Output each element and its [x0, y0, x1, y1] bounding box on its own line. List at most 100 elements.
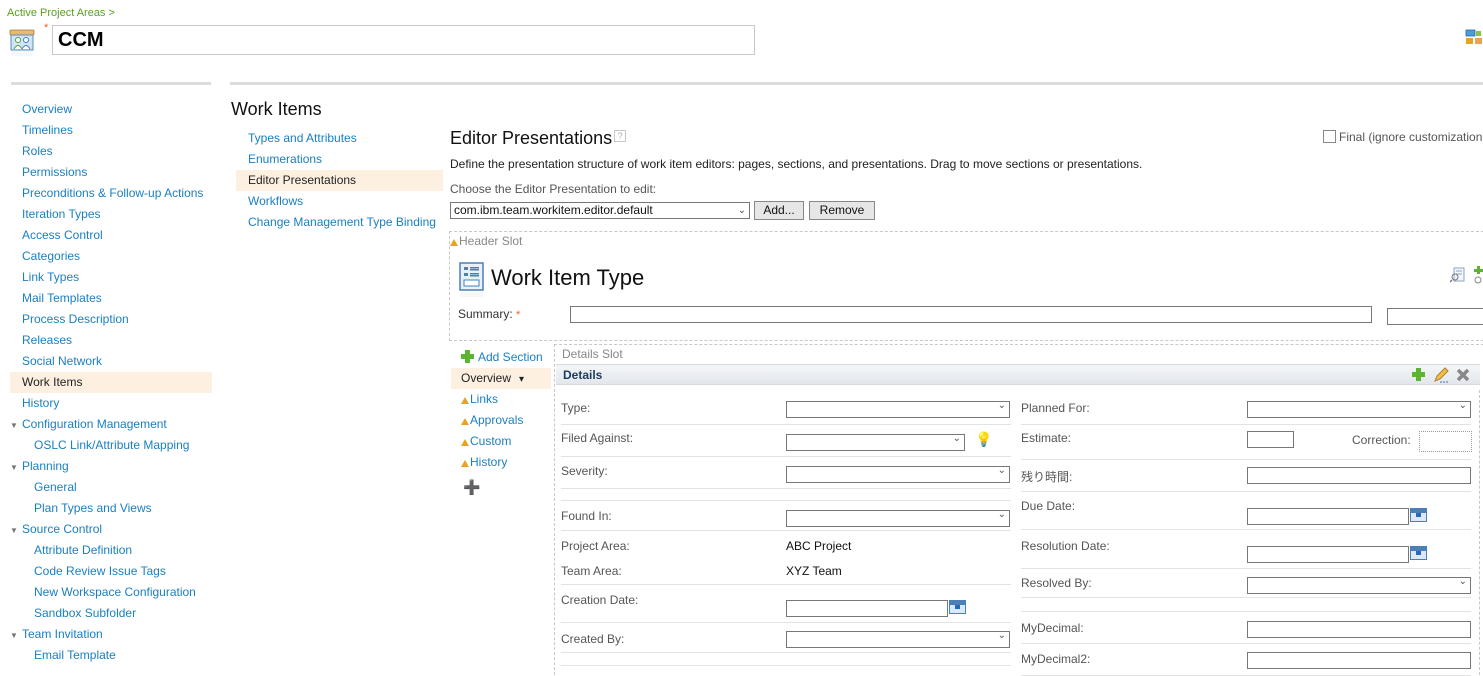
field-select-planned-for[interactable]: ⌄ [1247, 400, 1471, 418]
warning-icon [461, 439, 469, 446]
sidebar-item-label: Work Items [22, 375, 83, 389]
field-select-type[interactable]: ⌄ [786, 400, 1010, 418]
sidebar-item-code-review-issue-tags[interactable]: Code Review Issue Tags [10, 561, 212, 582]
page-tab-approvals[interactable]: Approvals [451, 410, 551, 431]
page-menu-dropdown-icon[interactable]: ▾ [519, 374, 524, 385]
subnav-item-workflows[interactable]: Workflows [236, 191, 443, 212]
sidebar-item-process-description[interactable]: Process Description [10, 309, 212, 330]
sidebar-item-releases[interactable]: Releases [10, 330, 212, 351]
subnav-item-change-management-type-binding[interactable]: Change Management Type Binding [236, 212, 443, 233]
project-name-input[interactable]: CCM [52, 25, 755, 55]
sidebar-item-timelines[interactable]: Timelines [10, 120, 212, 141]
sidebar-item-planning[interactable]: ▼ Planning [10, 456, 212, 477]
field-date-creation-date[interactable] [786, 600, 948, 617]
field-select-created-by[interactable]: ⌄ [786, 630, 1010, 648]
content-assist-icon[interactable]: 💡 [975, 431, 992, 448]
row-divider [1021, 597, 1471, 598]
sidebar-item-mail-templates[interactable]: Mail Templates [10, 288, 212, 309]
sidebar-item-attribute-definition[interactable]: Attribute Definition [10, 540, 212, 561]
chevron-down-icon: ⌄ [997, 630, 1006, 641]
add-attribute-icon[interactable] [1474, 266, 1483, 284]
sidebar-item-plan-types-and-views[interactable]: Plan Types and Views [10, 498, 212, 519]
final-checkbox-box[interactable] [1323, 130, 1336, 143]
sidebar-item-team-invitation[interactable]: ▼ Team Invitation [10, 624, 212, 645]
field-input-estimate[interactable] [1247, 431, 1294, 448]
sidebar-item-link-types[interactable]: Link Types [10, 267, 212, 288]
sidebar-item-overview[interactable]: Overview [10, 99, 212, 120]
field-input-field[interactable] [1247, 467, 1471, 484]
field-label-severity: Severity: [561, 464, 608, 478]
sidebar-item-label: Team Invitation [22, 627, 103, 641]
required-marker: * [44, 22, 49, 34]
field-label-mydecimal: MyDecimal: [1021, 621, 1084, 635]
preview-icon[interactable] [1450, 267, 1466, 283]
add-page-icon: ➕ [463, 479, 481, 495]
remove-presentation-button[interactable]: Remove [809, 201, 875, 220]
sidebar-item-general[interactable]: General [10, 477, 212, 498]
sidebar-item-label: Iteration Types [22, 207, 101, 221]
sidebar-item-access-control[interactable]: Access Control [10, 225, 212, 246]
project-area-switch-icon[interactable] [1465, 28, 1483, 46]
sidebar-item-iteration-types[interactable]: Iteration Types [10, 204, 212, 225]
calendar-icon[interactable] [949, 600, 966, 614]
field-input-mydecimal2[interactable] [1247, 652, 1471, 669]
sidebar-item-sandbox-subfolder[interactable]: Sandbox Subfolder [10, 603, 212, 624]
page-tab-links[interactable]: Links [451, 389, 551, 410]
page-tab-overview[interactable]: Overview ▾ [451, 368, 551, 389]
summary-label-text: Summary: [458, 307, 513, 321]
sidebar-item-roles[interactable]: Roles [10, 141, 212, 162]
add-presentation-icon[interactable] [1412, 368, 1425, 381]
sidebar-item-new-workspace-configuration[interactable]: New Workspace Configuration [10, 582, 212, 603]
field-select-severity[interactable]: ⌄ [786, 465, 1010, 483]
field-select-resolved-by[interactable]: ⌄ [1247, 576, 1471, 594]
final-checkbox[interactable]: Final (ignore customization [1323, 130, 1482, 144]
add-presentation-button[interactable]: Add... [754, 201, 804, 220]
field-date-resolution-date[interactable] [1247, 546, 1409, 563]
sidebar-item-email-template[interactable]: Email Template [10, 645, 212, 666]
field-select-found-in[interactable]: ⌄ [786, 509, 1010, 527]
calendar-icon[interactable] [1410, 508, 1427, 522]
subnav-item-editor-presentations[interactable]: Editor Presentations [236, 170, 443, 191]
sidebar-item-configuration-management[interactable]: ▼ Configuration Management [10, 414, 212, 435]
field-select-filed-against[interactable]: ⌄ [786, 433, 965, 451]
field-label-resolution-date: Resolution Date: [1021, 539, 1110, 553]
sidebar-item-oslc-link-attribute-mapping[interactable]: OSLC Link/Attribute Mapping [10, 435, 212, 456]
page-tab-history[interactable]: History [451, 452, 551, 473]
remove-section-icon[interactable] [1456, 368, 1470, 382]
expand-triangle-icon[interactable]: ▼ [10, 625, 22, 646]
details-section-header[interactable]: Details [556, 364, 1480, 385]
header-secondary-input[interactable] [1387, 308, 1483, 325]
sidebar-item-categories[interactable]: Categories [10, 246, 212, 267]
page-tab-custom[interactable]: Custom [451, 431, 551, 452]
breadcrumb-active-project-areas[interactable]: Active Project Areas > [7, 7, 115, 19]
expand-triangle-icon[interactable]: ▼ [10, 415, 22, 436]
sidebar-item-permissions[interactable]: Permissions [10, 162, 212, 183]
sidebar-item-work-items[interactable]: Work Items [10, 372, 212, 393]
warning-icon [450, 239, 458, 246]
sidebar-item-source-control[interactable]: ▼ Source Control [10, 519, 212, 540]
sidebar-item-social-network[interactable]: Social Network [10, 351, 212, 372]
field-input-mydecimal[interactable] [1247, 621, 1471, 638]
expand-triangle-icon[interactable]: ▼ [10, 520, 22, 541]
field-label-estimate: Estimate: [1021, 431, 1072, 445]
add-section-button[interactable]: Add Section [451, 347, 551, 368]
presentation-select[interactable]: com.ibm.team.workitem.editor.default ⌄ [450, 202, 750, 219]
field-date-due-date[interactable] [1247, 508, 1409, 525]
row-divider [1021, 459, 1471, 460]
edit-pencil-icon[interactable] [1432, 366, 1450, 384]
field-label-found-in: Found In: [561, 509, 612, 523]
summary-label: Summary: * [458, 307, 520, 321]
expand-triangle-icon[interactable]: ▼ [10, 457, 22, 478]
sidebar-item-preconditions-follow-up-actions[interactable]: Preconditions & Follow-up Actions [10, 183, 212, 204]
help-icon[interactable]: ? [614, 130, 627, 142]
row-divider [1021, 424, 1471, 425]
calendar-icon[interactable] [1410, 546, 1427, 560]
sidebar-item-history[interactable]: History [10, 393, 212, 414]
page-tab-label: Custom [470, 434, 512, 448]
row-divider [1021, 568, 1471, 569]
field-input-correction[interactable] [1419, 431, 1472, 452]
subnav-item-enumerations[interactable]: Enumerations [236, 149, 443, 170]
subnav-item-types-and-attributes[interactable]: Types and Attributes [236, 128, 443, 149]
summary-input[interactable] [570, 306, 1372, 323]
add-page-button[interactable]: ➕ [451, 473, 551, 497]
